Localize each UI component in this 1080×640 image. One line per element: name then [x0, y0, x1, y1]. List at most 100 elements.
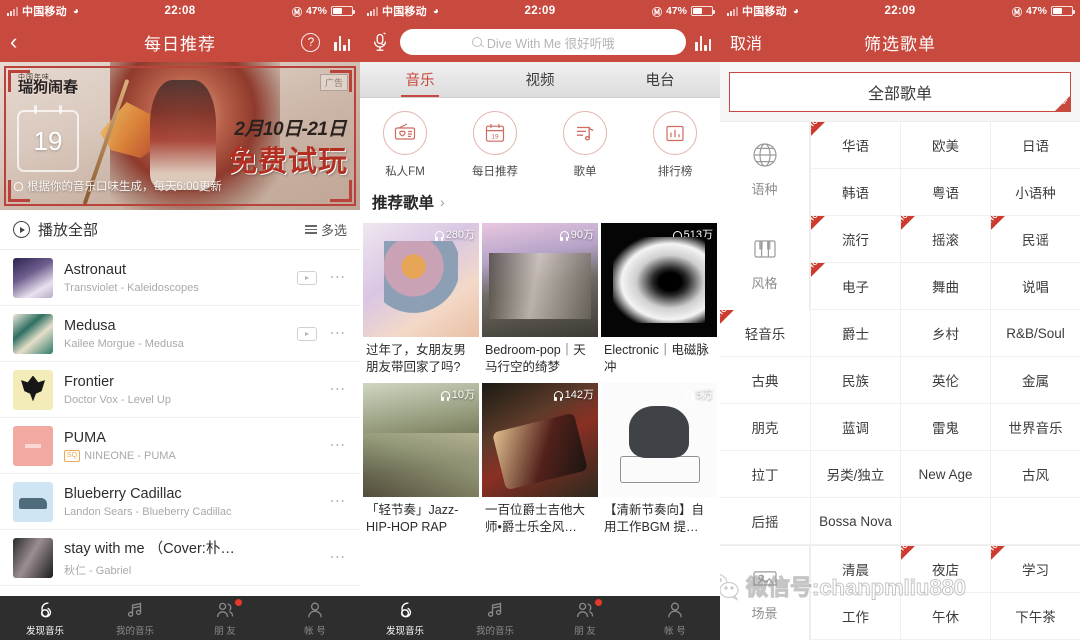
filter-chip[interactable]: 英伦 — [900, 357, 990, 404]
search-bar-row: Dive With Me 很好听哦 — [360, 22, 720, 62]
filter-chip[interactable]: HOT 流行 — [810, 216, 900, 263]
search-input[interactable]: Dive With Me 很好听哦 — [400, 29, 687, 55]
panel-filter-playlists: 中国移动 ◕ 22:09 Ⓜ 47% 取消 筛选歌单 全部歌单 语种 — [720, 0, 1080, 640]
filter-chip[interactable]: 日语 — [989, 122, 1080, 169]
table-row[interactable]: PUMA SQ NINEONE - PUMA ⋯ — [0, 418, 360, 474]
playlist-card[interactable]: 10万 「轻节奏」Jazz-HIP-HOP RAP — [363, 383, 479, 534]
all-playlists-button[interactable]: 全部歌单 — [729, 72, 1071, 112]
play-count-label: 5万 — [695, 389, 713, 401]
mv-play-button[interactable] — [296, 326, 317, 341]
tab-0[interactable]: 发现音乐 — [360, 600, 450, 637]
row-actions: ⋯ — [330, 437, 348, 453]
table-row[interactable]: Medusa Kailee Morgue - Medusa ⋯ — [0, 306, 360, 362]
filter-chip[interactable]: 另类/独立 — [810, 451, 900, 498]
filter-chip[interactable]: HOT 学习 — [989, 546, 1080, 593]
filter-chip[interactable]: 下午茶 — [989, 593, 1080, 640]
tab-电台[interactable]: 电台 — [600, 62, 720, 97]
more-options-icon[interactable]: ⋯ — [330, 381, 348, 397]
filter-chip[interactable]: HOT 轻音乐 — [720, 310, 810, 357]
filter-chip[interactable]: 蓝调 — [810, 404, 900, 451]
filter-chip[interactable]: New Age — [900, 451, 990, 498]
playlist-card[interactable]: 90万 Bedroom-pop｜天马行空的绮梦 — [482, 223, 598, 374]
table-row[interactable]: stay with me （Cover:朴… 秋仁 - Gabriel ⋯ — [0, 530, 360, 586]
filter-chip[interactable]: 乡村 — [900, 310, 990, 357]
tab-2[interactable]: 朋 友 — [180, 598, 270, 637]
album-cover — [13, 537, 53, 578]
filter-chip[interactable]: 粤语 — [899, 169, 990, 216]
filter-chip[interactable]: 古典 — [720, 357, 810, 404]
filter-chip[interactable]: HOT 摇滚 — [899, 216, 990, 263]
more-options-icon[interactable]: ⋯ — [330, 437, 348, 453]
tab-3[interactable]: 帐 号 — [270, 600, 360, 637]
quick-entry-排行榜[interactable]: 排行榜 — [630, 111, 720, 179]
quick-entry-每日推荐[interactable]: 19 每日推荐 — [450, 111, 540, 179]
filter-chip[interactable]: 工作 — [810, 593, 900, 640]
filter-chip[interactable]: HOT 电子 — [810, 263, 900, 310]
play-all-label: 播放全部 — [38, 222, 99, 239]
song-meta: stay with me （Cover:朴… 秋仁 - Gabriel — [64, 537, 322, 578]
filter-chip[interactable]: 舞曲 — [899, 263, 990, 310]
playlist-card[interactable]: 513万 Electronic｜电磁脉冲 — [601, 223, 717, 374]
play-all-bar[interactable]: 播放全部 多选 — [0, 210, 360, 250]
equalizer-icon[interactable] — [695, 34, 711, 51]
filter-chip[interactable]: HOT 华语 — [810, 122, 900, 169]
table-row[interactable]: Astronaut Transviolet - Kaleidoscopes ⋯ — [0, 250, 360, 306]
playlist-card[interactable]: 280万 过年了，女朋友男朋友带回家了吗? — [363, 223, 479, 374]
tab-1[interactable]: 我的音乐 — [450, 600, 540, 637]
ad-tag-label: 广告 — [319, 74, 348, 91]
table-row[interactable]: Frontier Doctor Vox - Level Up ⋯ — [0, 362, 360, 418]
quick-entry-歌单[interactable]: 歌单 — [540, 111, 630, 179]
filter-chip[interactable]: 后摇 — [720, 498, 810, 545]
ad-banner[interactable]: 中国年味 瑞狗闹春 广告 19 2月10日-21日 免费试玩 根据你的音乐口味生… — [0, 62, 360, 210]
filter-chip[interactable]: 小语种 — [989, 169, 1080, 216]
tab-3[interactable]: 帐 号 — [630, 600, 720, 637]
equalizer-icon[interactable] — [334, 34, 350, 51]
filter-chip[interactable]: 欧美 — [899, 122, 990, 169]
table-row[interactable]: Blueberry Cadillac Landon Sears - Bluebe… — [0, 474, 360, 530]
tab-1[interactable]: 我的音乐 — [90, 600, 180, 637]
filter-chip[interactable]: R&B/Soul — [990, 310, 1080, 357]
more-options-icon[interactable]: ⋯ — [330, 549, 348, 565]
question-mark-icon[interactable]: ? — [301, 32, 321, 52]
filter-chip[interactable]: HOT 民谣 — [989, 216, 1080, 263]
filter-chip-label: New Age — [918, 466, 973, 482]
filter-chip[interactable]: HOT 夜店 — [899, 546, 990, 593]
tab-音乐[interactable]: 音乐 — [360, 62, 480, 97]
filter-chip[interactable]: 朋克 — [720, 404, 810, 451]
tab-label: 我的音乐 — [115, 625, 154, 637]
filter-chip[interactable]: Bossa Nova — [810, 498, 900, 545]
cancel-button[interactable]: 取消 — [730, 30, 762, 54]
tab-视频[interactable]: 视频 — [480, 62, 600, 97]
filter-chip[interactable]: 古风 — [990, 451, 1080, 498]
playlist-card[interactable]: 142万 一百位爵士吉他大师•爵士乐全风… — [482, 383, 598, 534]
mv-play-button[interactable] — [296, 270, 317, 285]
more-options-icon[interactable]: ⋯ — [330, 325, 348, 341]
filter-chip[interactable]: 民族 — [810, 357, 900, 404]
filter-chip[interactable]: 清晨 — [810, 546, 900, 593]
status-bar: 中国移动 ◕ 22:09 Ⓜ 47% — [720, 0, 1080, 22]
quick-entry-私人FM[interactable]: 私人FM — [360, 111, 450, 179]
playlist-card[interactable]: 5万 【清新节奏向】自用工作BGM 提… — [601, 383, 717, 534]
voice-search-icon[interactable] — [369, 31, 391, 53]
more-options-icon[interactable]: ⋯ — [330, 493, 348, 509]
playlist-grid-row-2: 10万 「轻节奏」Jazz-HIP-HOP RAP 142万 一百位爵士吉他大师… — [360, 383, 720, 534]
more-options-icon[interactable]: ⋯ — [330, 269, 348, 285]
filter-chip[interactable]: 午休 — [899, 593, 990, 640]
tab-0[interactable]: 发现音乐 — [0, 600, 90, 637]
multi-select-button[interactable]: 多选 — [304, 220, 347, 239]
song-artist-album: Doctor Vox - Level Up — [64, 393, 171, 406]
section-header-recommended-playlists[interactable]: 推荐歌单 › — [360, 187, 720, 223]
filter-chip[interactable]: 韩语 — [810, 169, 900, 216]
filter-chip[interactable]: 雷鬼 — [900, 404, 990, 451]
filter-chip[interactable]: 拉丁 — [720, 451, 810, 498]
battery-percent-label: 47% — [1025, 5, 1047, 17]
filter-chip[interactable]: 爵士 — [810, 310, 900, 357]
hot-badge-icon: HOT — [810, 122, 833, 140]
filter-chip[interactable]: 世界音乐 — [990, 404, 1080, 451]
filter-chip-label: 下午茶 — [1015, 610, 1056, 625]
filter-chip[interactable]: 金属 — [990, 357, 1080, 404]
song-subtitle: 秋仁 - Gabriel — [64, 562, 322, 578]
filter-chip-label: 轻音乐 — [744, 327, 786, 342]
tab-2[interactable]: 朋 友 — [540, 598, 630, 637]
filter-chip[interactable]: 说唱 — [989, 263, 1080, 310]
